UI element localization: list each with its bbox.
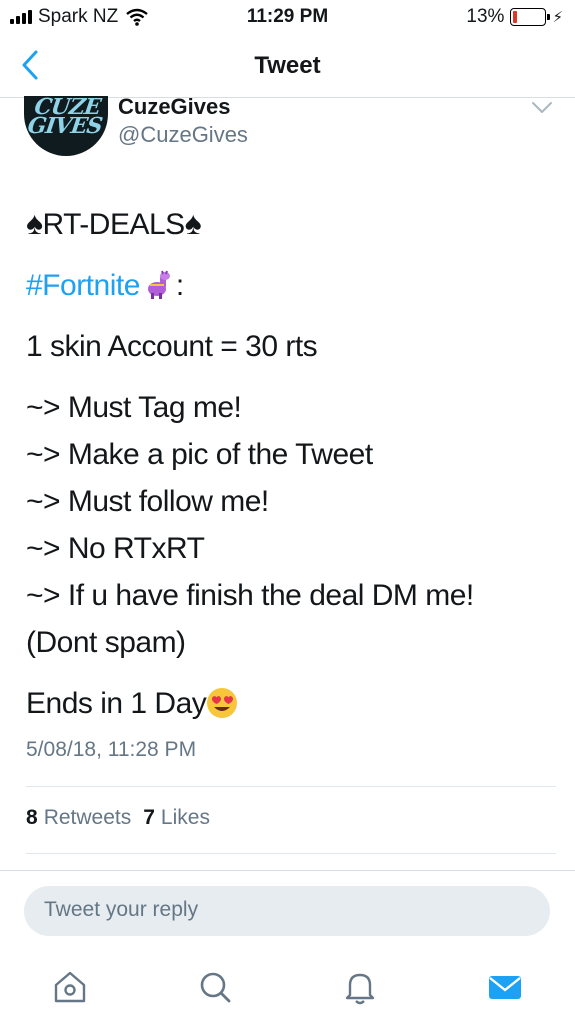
battery-percent: 13%: [466, 6, 505, 27]
hashtag-link[interactable]: #Fortnite: [26, 269, 140, 302]
spade-icon: ♠: [26, 205, 43, 241]
page-title: Tweet: [254, 52, 321, 79]
likes-stat[interactable]: 7 Likes: [143, 806, 210, 830]
battery-icon: [510, 8, 551, 26]
likes-label: Likes: [160, 806, 210, 829]
likes-count: 7: [143, 806, 155, 829]
tweet-stats: 8 Retweets 7 Likes: [26, 806, 210, 830]
offer-line: 1 skin Account = 30 rts: [26, 330, 318, 363]
reply-placeholder: Tweet your reply: [44, 898, 199, 921]
hashtag-suffix: :: [175, 269, 184, 302]
bell-icon[interactable]: [340, 967, 380, 1007]
display-name[interactable]: CuzeGives: [118, 94, 231, 120]
nav-bar: Tweet: [0, 34, 575, 98]
avatar[interactable]: CUZE GIVES: [24, 96, 108, 156]
ends-line: Ends in 1 Day: [26, 680, 556, 727]
divider: [26, 786, 556, 787]
retweets-stat[interactable]: 8 Retweets: [26, 806, 131, 830]
search-icon[interactable]: [195, 967, 235, 1007]
mail-icon[interactable]: [485, 967, 525, 1007]
reply-input[interactable]: Tweet your reply: [24, 886, 550, 936]
hashtag-line: #Fortnite :: [26, 262, 556, 309]
llama-emoji: [147, 270, 170, 299]
note-line: (Dont spam): [26, 626, 186, 659]
chevron-down-icon[interactable]: [531, 100, 553, 116]
rule-line: ~> Make a pic of the Tweet: [26, 438, 373, 471]
tweet-title: RT-DEALS: [42, 208, 186, 241]
status-bar: Spark NZ 11:29 PM 13% ⚡: [0, 0, 575, 34]
divider: [0, 870, 575, 871]
home-icon[interactable]: [50, 967, 90, 1007]
rule-line: ~> Must Tag me!: [26, 391, 242, 424]
retweets-label: Retweets: [43, 806, 132, 829]
retweets-count: 8: [26, 806, 38, 829]
rule-line: ~> Must follow me!: [26, 485, 269, 518]
rule-line: ~> No RTxRT: [26, 532, 205, 565]
tweet-title-line: ♠RT-DEALS♠: [26, 200, 556, 248]
rule-line: ~> If u have finish the deal DM me!: [26, 579, 474, 612]
tab-bar: [0, 955, 575, 1024]
charging-icon: ⚡: [552, 9, 563, 26]
tweet-header: CUZE GIVES CuzeGives @CuzeGives: [0, 94, 575, 178]
avatar-logo-text: CUZE GIVES: [26, 96, 104, 139]
user-handle[interactable]: @CuzeGives: [118, 122, 248, 148]
ends-text: Ends in 1 Day: [26, 687, 207, 720]
tweet-text: ♠RT-DEALS♠ #Fortnite : 1 skin Account = …: [26, 200, 556, 727]
spade-icon: ♠: [184, 205, 202, 241]
divider: [26, 853, 556, 854]
battery-level: [513, 11, 518, 23]
tweet-timestamp: 5/08/18, 11:28 PM: [26, 738, 197, 761]
heart-eyes-emoji: [207, 688, 238, 718]
